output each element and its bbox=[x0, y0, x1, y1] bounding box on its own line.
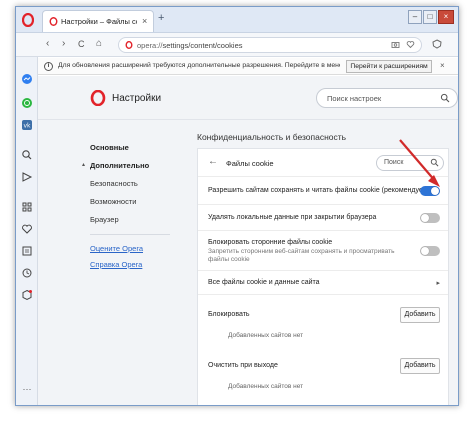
opera-menu-icon[interactable] bbox=[22, 13, 34, 27]
back-arrow-icon[interactable]: ← bbox=[208, 157, 218, 167]
nav-security[interactable]: Безопасность bbox=[90, 179, 138, 188]
block-section-label: Блокировать bbox=[208, 311, 250, 318]
address-field[interactable]: opera://settings/content/cookies bbox=[118, 37, 422, 53]
url-tools bbox=[391, 40, 415, 49]
settings-header: Настройки Поиск настроек bbox=[38, 76, 458, 120]
address-toolbar: ‹ › C ⌂ opera://settings/content/cookies bbox=[16, 33, 458, 57]
history-icon[interactable] bbox=[21, 267, 33, 279]
clear-on-exit-section-label: Очистить при выходе bbox=[208, 362, 278, 369]
cookies-search-input[interactable]: Поиск bbox=[376, 155, 444, 171]
search-icon bbox=[440, 93, 450, 103]
allow-cookies-label: Разрешить сайтам сохранять и читать файл… bbox=[208, 187, 436, 194]
opera-logo-icon bbox=[90, 90, 106, 106]
rate-opera-link[interactable]: Оцените Opera bbox=[90, 244, 143, 253]
tab-strip: Настройки – Файлы cookie × + – □ × bbox=[16, 7, 458, 33]
home-button[interactable]: ⌂ bbox=[96, 38, 102, 50]
notice-text: Для обновления расширений требуются допо… bbox=[58, 62, 340, 69]
browser-window: Настройки – Файлы cookie × + – □ × ‹ › C… bbox=[15, 6, 459, 406]
settings-main: Конфиденциальность и безопасность ← Файл… bbox=[186, 120, 458, 405]
block-add-button[interactable]: Добавить bbox=[400, 307, 440, 323]
cookies-search-placeholder: Поиск bbox=[384, 159, 404, 166]
settings-search-input[interactable]: Поиск настроек bbox=[316, 88, 458, 108]
block-section: Блокировать Добавить Добавленных сайтов … bbox=[198, 295, 448, 347]
allow-cookies-toggle[interactable] bbox=[420, 186, 440, 196]
clear-on-exit-toggle[interactable] bbox=[420, 213, 440, 223]
messenger-icon[interactable] bbox=[21, 73, 33, 85]
all-cookies-label: Все файлы cookie и данные сайта bbox=[208, 279, 320, 286]
settings-search-placeholder: Поиск настроек bbox=[327, 94, 382, 103]
section-title: Конфиденциальность и безопасность bbox=[197, 132, 347, 142]
tab-title: Настройки – Файлы cookie bbox=[61, 17, 137, 26]
toggle-knob bbox=[421, 247, 429, 255]
clear-on-exit-add-button[interactable]: Добавить bbox=[400, 358, 440, 374]
url-prefix: opera:// bbox=[137, 41, 163, 50]
permissions-notice-bar: i Для обновления расширений требуются до… bbox=[38, 58, 458, 75]
toggle-knob bbox=[431, 187, 439, 195]
chevron-right-icon: ▸ bbox=[436, 280, 440, 287]
block-empty-text: Добавленных сайтов нет bbox=[228, 332, 304, 339]
back-button[interactable]: ‹ bbox=[46, 38, 49, 50]
nav-browser[interactable]: Браузер bbox=[90, 215, 119, 224]
vpn-icon[interactable] bbox=[432, 39, 442, 49]
nav-divider bbox=[90, 234, 170, 235]
settings-nav: Основные ▴ Дополнительно Безопасность Во… bbox=[38, 120, 186, 405]
close-window-button[interactable]: × bbox=[438, 10, 454, 24]
search-icon[interactable] bbox=[21, 149, 33, 161]
search-icon bbox=[430, 158, 439, 167]
tab-settings-cookies[interactable]: Настройки – Файлы cookie × bbox=[42, 10, 154, 32]
url-text: opera://settings/content/cookies bbox=[137, 41, 242, 50]
camera-icon[interactable] bbox=[391, 40, 400, 49]
clear-on-exit-label: Удалять локальные данные при закрытии бр… bbox=[208, 214, 377, 221]
page-title: Настройки bbox=[112, 93, 162, 104]
nav-advanced[interactable]: Дополнительно bbox=[90, 161, 149, 170]
forward-button[interactable]: › bbox=[62, 38, 65, 50]
nav-expand-marker: ▴ bbox=[82, 162, 86, 168]
notice-close-icon[interactable]: × bbox=[440, 61, 445, 70]
maximize-button[interactable]: □ bbox=[423, 10, 437, 24]
info-icon: i bbox=[44, 62, 53, 71]
go-to-extensions-button[interactable]: Перейти к расширениям bbox=[346, 60, 432, 73]
opera-help-link[interactable]: Справка Opera bbox=[90, 260, 142, 269]
clear-on-exit-empty-text: Добавленных сайтов нет bbox=[228, 383, 304, 390]
url-path: settings/content/cookies bbox=[162, 41, 243, 50]
opera-sidebar: vk ··· bbox=[16, 57, 38, 405]
extensions-icon[interactable] bbox=[21, 289, 33, 301]
allow-cookies-row[interactable]: Разрешить сайтам сохранять и читать файл… bbox=[198, 177, 448, 205]
opera-tab-icon bbox=[49, 17, 58, 26]
window-controls: – □ × bbox=[408, 10, 454, 24]
block-third-party-row[interactable]: Блокировать сторонние файлы cookie Запре… bbox=[198, 231, 448, 271]
vk-icon[interactable]: vk bbox=[21, 119, 33, 131]
block-third-party-toggle[interactable] bbox=[420, 246, 440, 256]
send-icon[interactable] bbox=[21, 171, 33, 183]
card-title: Файлы cookie bbox=[226, 159, 274, 168]
cookies-card: ← Файлы cookie Поиск Разрешить сайтам со… bbox=[197, 148, 449, 405]
svg-text:vk: vk bbox=[23, 123, 31, 130]
block-third-party-description: Запретить сторонним веб-сайтам сохранять… bbox=[208, 248, 395, 263]
minimize-button[interactable]: – bbox=[408, 10, 422, 24]
speed-dial-icon[interactable] bbox=[21, 201, 33, 213]
reload-button[interactable]: C bbox=[78, 38, 85, 50]
clear-on-exit-row[interactable]: Удалять локальные данные при закрытии бр… bbox=[198, 205, 448, 231]
opera-url-icon bbox=[125, 41, 133, 49]
more-icon[interactable]: ··· bbox=[21, 383, 33, 395]
card-header: ← Файлы cookie Поиск bbox=[198, 149, 448, 177]
block-third-party-label: Блокировать сторонние файлы cookie bbox=[208, 239, 333, 246]
nav-features[interactable]: Возможности bbox=[90, 197, 136, 206]
toggle-knob bbox=[421, 214, 429, 222]
news-icon[interactable] bbox=[21, 245, 33, 257]
new-tab-button[interactable]: + bbox=[158, 13, 164, 24]
heart-icon[interactable] bbox=[21, 223, 33, 235]
all-cookies-row[interactable]: Все файлы cookie и данные сайта ▸ bbox=[198, 271, 448, 295]
bookmark-heart-icon[interactable] bbox=[406, 40, 415, 49]
nav-basic[interactable]: Основные bbox=[90, 143, 129, 152]
clear-on-exit-section: Очистить при выходе Добавить Добавленных… bbox=[198, 347, 448, 401]
whatsapp-icon[interactable] bbox=[21, 97, 33, 109]
tab-close-icon[interactable]: × bbox=[142, 16, 147, 26]
